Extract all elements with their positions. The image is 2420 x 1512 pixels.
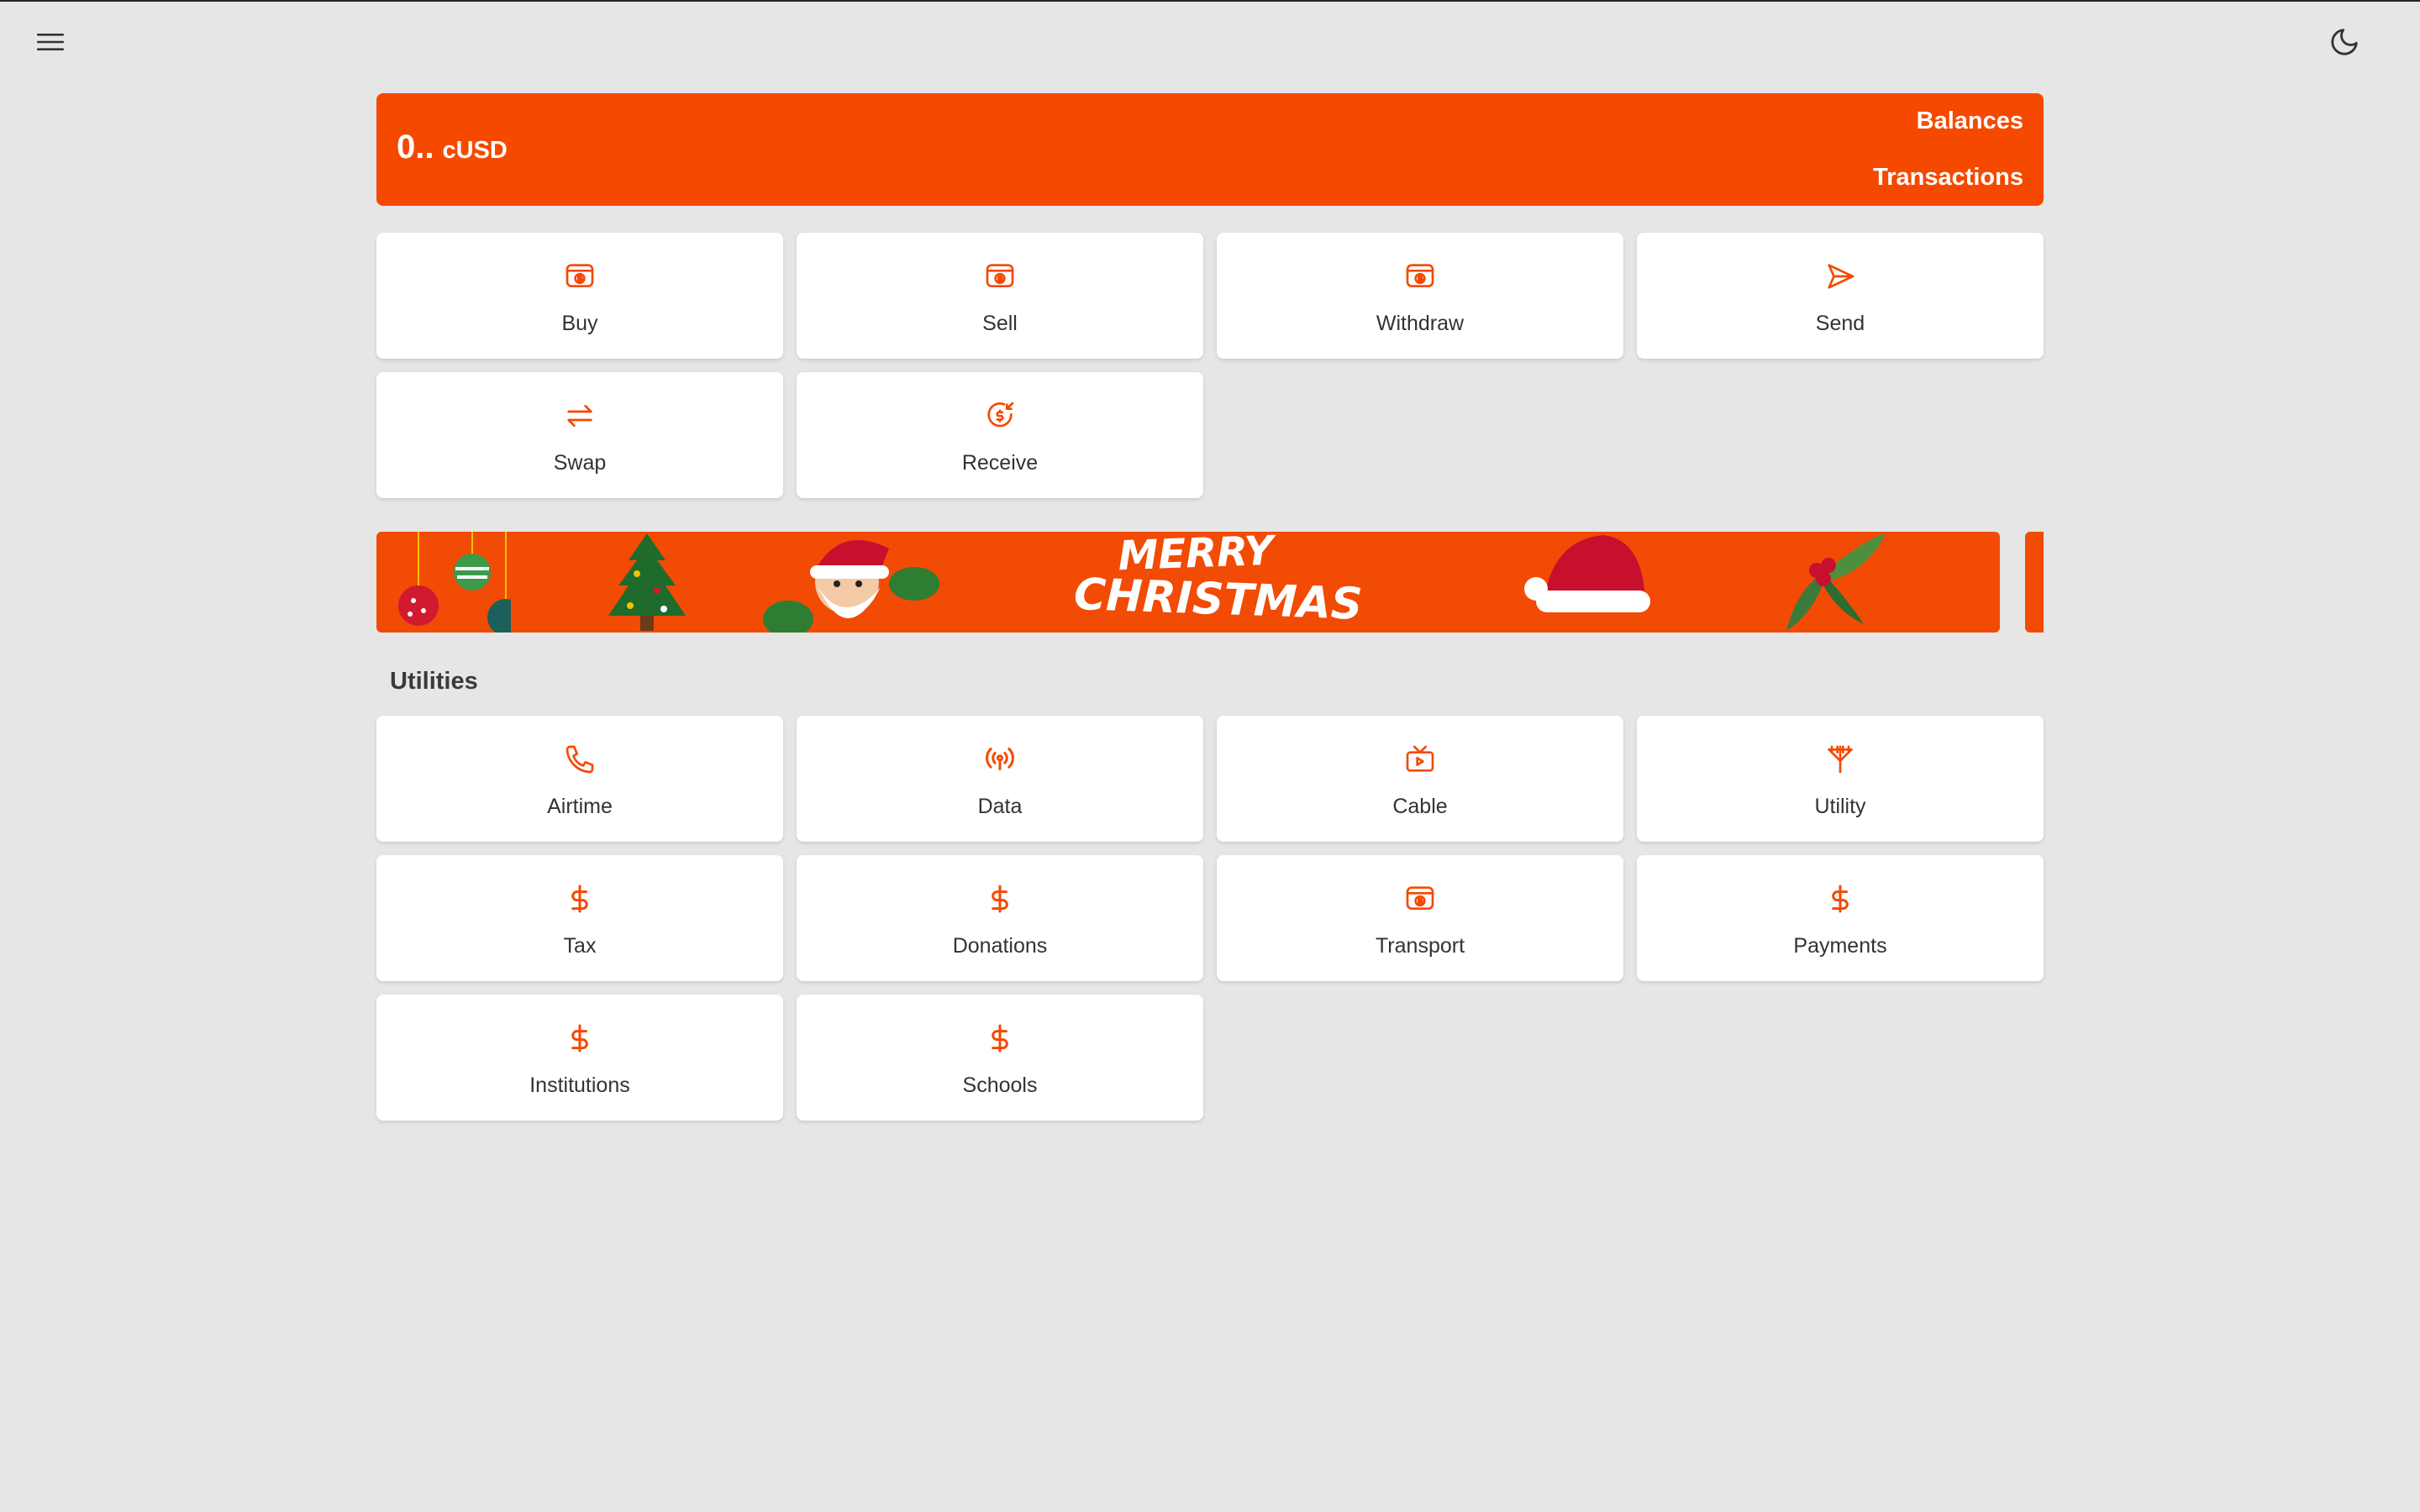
balance-currency: cUSD xyxy=(442,137,508,164)
sell-button[interactable]: Sell xyxy=(797,233,1203,359)
hamburger-menu-button[interactable] xyxy=(30,24,71,60)
ornaments-icon xyxy=(398,532,511,633)
next-banner-peek[interactable] xyxy=(2025,532,2044,633)
receive-button[interactable]: Receive xyxy=(797,372,1203,498)
send-icon xyxy=(1822,258,1859,295)
data-button[interactable]: Data xyxy=(797,716,1203,842)
holly-icon xyxy=(1786,533,1886,631)
bitcoin-atm-icon xyxy=(1402,258,1439,295)
schools-button[interactable]: Schools xyxy=(797,995,1203,1121)
bitcoin-atm-icon xyxy=(561,258,598,295)
withdraw-label: Withdraw xyxy=(1376,312,1465,335)
balances-link[interactable]: Balances xyxy=(1917,108,2023,135)
utility-label: Utility xyxy=(1814,795,1866,818)
tv-icon xyxy=(1402,741,1439,778)
send-button[interactable]: Send xyxy=(1637,233,2044,359)
payments-label: Payments xyxy=(1793,934,1887,958)
christmas-banner[interactable]: MERRY CHRISTMAS xyxy=(376,532,2000,633)
dollar-icon xyxy=(561,1020,598,1057)
sell-label: Sell xyxy=(982,312,1018,335)
send-label: Send xyxy=(1815,312,1865,335)
moon-icon xyxy=(2331,29,2358,55)
swap-button[interactable]: Swap xyxy=(376,372,783,498)
theme-toggle-button[interactable] xyxy=(2324,22,2365,62)
main-content: 0.. cUSD Balances Transactions Buy Sell xyxy=(376,93,2044,1121)
dollar-icon xyxy=(561,880,598,917)
cable-button[interactable]: Cable xyxy=(1217,716,1623,842)
tax-button[interactable]: Tax xyxy=(376,855,783,981)
santa-icon xyxy=(763,540,939,633)
institutions-label: Institutions xyxy=(529,1074,630,1097)
santa-hat-icon xyxy=(1524,535,1650,612)
dollar-icon xyxy=(1822,880,1859,917)
institutions-button[interactable]: Institutions xyxy=(376,995,783,1121)
phone-icon xyxy=(561,741,598,778)
swap-label: Swap xyxy=(553,451,607,475)
balance-card: 0.. cUSD Balances Transactions xyxy=(376,93,2044,206)
buy-label: Buy xyxy=(561,312,598,335)
receive-dollar-icon xyxy=(981,397,1018,434)
promo-carousel[interactable]: MERRY CHRISTMAS xyxy=(376,532,2044,633)
buy-button[interactable]: Buy xyxy=(376,233,783,359)
transport-label: Transport xyxy=(1375,934,1465,958)
dollar-icon xyxy=(981,880,1018,917)
christmas-tree-icon xyxy=(608,533,686,631)
utilities-grid: Airtime Data Cable Utility Tax Donations… xyxy=(376,716,2044,1121)
dollar-icon xyxy=(981,1020,1018,1057)
balance-amount: 0.. xyxy=(397,129,434,165)
schools-label: Schools xyxy=(962,1074,1038,1097)
bitcoin-atm-icon xyxy=(1402,880,1439,917)
donations-label: Donations xyxy=(952,934,1048,958)
receive-label: Receive xyxy=(961,451,1039,475)
banner-line-2: CHRISTMAS xyxy=(1073,569,1364,630)
withdraw-button[interactable]: Withdraw xyxy=(1217,233,1623,359)
utility-button[interactable]: Utility xyxy=(1637,716,2044,842)
payments-button[interactable]: Payments xyxy=(1637,855,2044,981)
transport-button[interactable]: Transport xyxy=(1217,855,1623,981)
transactions-link[interactable]: Transactions xyxy=(1873,164,2023,192)
swap-arrows-icon xyxy=(561,397,598,434)
power-pole-icon xyxy=(1822,741,1859,778)
bitcoin-atm-icon xyxy=(981,258,1018,295)
window-top-border xyxy=(0,0,2420,2)
donations-button[interactable]: Donations xyxy=(797,855,1203,981)
data-label: Data xyxy=(977,795,1023,818)
balance-display: 0.. cUSD xyxy=(397,129,508,166)
airtime-label: Airtime xyxy=(547,795,613,818)
banner-text: MERRY CHRISTMAS xyxy=(1073,532,1363,630)
cable-label: Cable xyxy=(1392,795,1448,818)
tax-label: Tax xyxy=(563,934,597,958)
airtime-button[interactable]: Airtime xyxy=(376,716,783,842)
hamburger-menu-icon xyxy=(37,34,64,50)
utilities-title: Utilities xyxy=(390,668,478,695)
broadcast-signal-icon xyxy=(981,741,1018,778)
action-grid: Buy Sell Withdraw Send Swap Receive xyxy=(376,233,2044,498)
